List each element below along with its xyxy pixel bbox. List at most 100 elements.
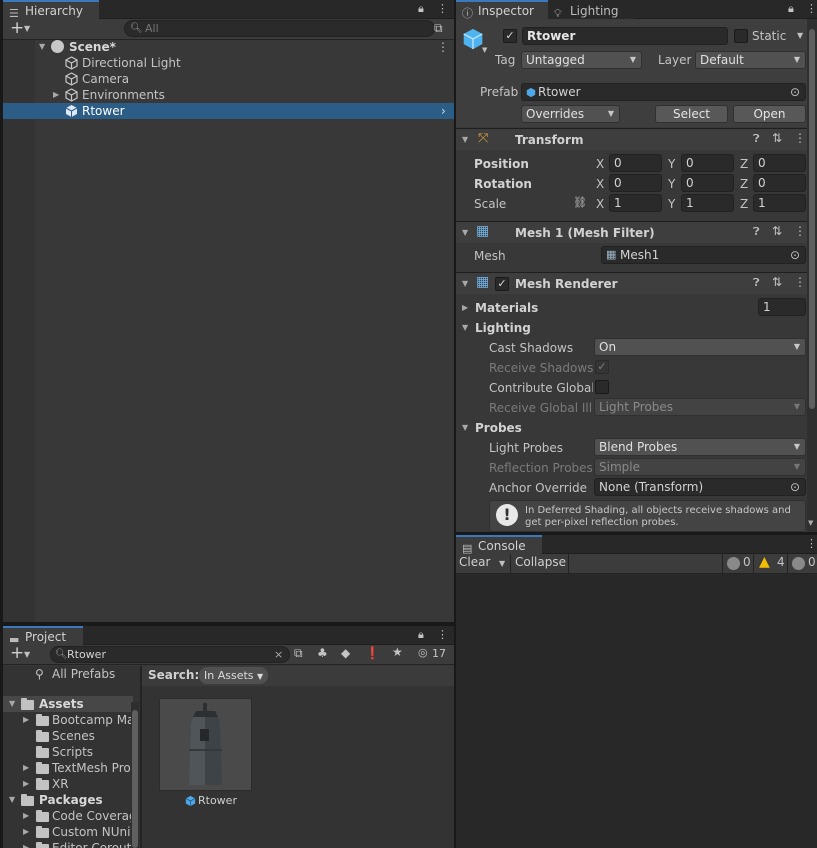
help-icon[interactable]: ❓︎ bbox=[753, 132, 760, 146]
tag-dropdown[interactable]: Untagged ▼ bbox=[521, 51, 642, 69]
tree-item[interactable]: Scenes bbox=[3, 728, 133, 744]
expand-triangle-icon[interactable]: ▶ bbox=[23, 776, 29, 792]
hierarchy-item[interactable]: Directional Light bbox=[3, 55, 454, 71]
open-button[interactable]: Open bbox=[733, 105, 806, 123]
add-button[interactable]: + bbox=[10, 18, 24, 38]
search-scope-button[interactable]: In Assets ▼ bbox=[199, 667, 268, 684]
log-filter-icon[interactable]: ❗ bbox=[365, 646, 380, 660]
enabled-checkbox[interactable]: ✓ bbox=[495, 277, 509, 291]
scene-row[interactable]: ▼ Scene* ⋮ bbox=[3, 39, 454, 55]
active-checkbox[interactable]: ✓ bbox=[503, 29, 517, 43]
expand-triangle-icon[interactable]: ▼ bbox=[462, 323, 468, 332]
clear-button[interactable]: Clear bbox=[459, 555, 490, 569]
filter-by-type-icon[interactable]: ♣ bbox=[317, 646, 328, 660]
expand-triangle-icon[interactable]: ▶ bbox=[23, 824, 29, 840]
expand-triangle-icon[interactable]: ▶ bbox=[53, 87, 59, 103]
position-x-field[interactable]: 0 bbox=[609, 154, 662, 172]
project-search-input[interactable]: 🔍︎ Rtower × bbox=[50, 646, 290, 663]
expand-triangle-icon[interactable]: ▼ bbox=[462, 423, 468, 432]
log-toggle[interactable]: 0 bbox=[722, 554, 752, 574]
lock-icon[interactable]: 🔒︎ bbox=[788, 2, 794, 16]
transform-header[interactable]: ▼ ⤧ Transform ❓︎ ⇅ ⋮ bbox=[456, 128, 807, 150]
rotation-y-field[interactable]: 0 bbox=[681, 174, 734, 192]
materials-count-field[interactable]: 1 bbox=[758, 298, 806, 316]
position-z-field[interactable]: 0 bbox=[753, 154, 806, 172]
hierarchy-search-input[interactable]: 🔍︎ All bbox=[124, 20, 435, 37]
tab-console[interactable]: ▤ Console bbox=[456, 535, 542, 555]
add-button[interactable]: + bbox=[10, 643, 24, 663]
presets-icon[interactable]: ⇅ bbox=[772, 275, 782, 289]
collapse-button[interactable]: Collapse bbox=[515, 555, 566, 569]
chevron-down-icon[interactable]: ▼ bbox=[24, 650, 30, 659]
link-icon[interactable]: ⛓ bbox=[573, 196, 587, 209]
expand-triangle-icon[interactable]: ▶ bbox=[462, 303, 468, 312]
rotation-z-field[interactable]: 0 bbox=[753, 174, 806, 192]
chevron-down-icon[interactable]: ▼ bbox=[24, 24, 30, 33]
anchor-override-field[interactable]: None (Transform) ⊙ bbox=[594, 478, 806, 496]
tab-hierarchy[interactable]: ☰ Hierarchy bbox=[3, 0, 99, 20]
kebab-icon[interactable]: ⋮ bbox=[806, 2, 817, 16]
kebab-icon[interactable]: ⋮ bbox=[806, 537, 817, 551]
hidden-packages-icon[interactable]: ◎ bbox=[418, 646, 428, 659]
mesh-renderer-header[interactable]: ▼ ▦ ✓ Mesh Renderer ❓︎ ⇅ ⋮ bbox=[456, 272, 807, 294]
tab-inspector[interactable]: ⓘ Inspector bbox=[456, 0, 548, 20]
contribute-gi-checkbox[interactable] bbox=[595, 380, 609, 394]
mesh-field[interactable]: ▦ Mesh1 ⊙ bbox=[601, 246, 806, 264]
kebab-icon[interactable]: ⋮ bbox=[437, 39, 449, 55]
kebab-icon[interactable]: ⋮ bbox=[794, 131, 806, 145]
chevron-down-icon[interactable]: ▼ bbox=[797, 31, 803, 40]
hierarchy-item-selected[interactable]: Rtower › bbox=[3, 103, 454, 119]
chevron-right-icon[interactable]: › bbox=[441, 103, 446, 119]
hierarchy-item[interactable]: Camera bbox=[3, 71, 454, 87]
clear-search-icon[interactable]: × bbox=[274, 647, 283, 662]
expand-triangle-icon[interactable]: ▼ bbox=[462, 279, 468, 288]
kebab-icon[interactable]: ⋮ bbox=[794, 224, 806, 238]
expand-triangle-icon[interactable]: ▶ bbox=[23, 808, 29, 824]
scale-z-field[interactable]: 1 bbox=[753, 194, 806, 212]
presets-icon[interactable]: ⇅ bbox=[772, 224, 782, 238]
scene-visibility-icon[interactable]: ⧉ bbox=[434, 21, 443, 36]
object-picker-icon[interactable]: ⊙ bbox=[790, 84, 800, 100]
kebab-icon[interactable]: ⋮ bbox=[437, 2, 448, 16]
inspector-scrollbar[interactable]: ▼ bbox=[807, 19, 817, 532]
tree-scrollbar[interactable] bbox=[131, 702, 139, 848]
position-y-field[interactable]: 0 bbox=[681, 154, 734, 172]
expand-triangle-icon[interactable]: ▼ bbox=[462, 135, 468, 144]
chevron-down-icon[interactable]: ▼ bbox=[482, 46, 487, 54]
scroll-down-icon[interactable]: ▼ bbox=[808, 519, 813, 527]
presets-icon[interactable]: ⇅ bbox=[772, 131, 782, 145]
object-picker-icon[interactable]: ⊙ bbox=[790, 247, 800, 263]
kebab-icon[interactable]: ⋮ bbox=[437, 628, 448, 642]
layer-dropdown[interactable]: Default ▼ bbox=[695, 51, 806, 69]
prefab-field[interactable]: Rtower ⊙ bbox=[521, 83, 806, 101]
tree-item[interactable]: ▶ XR bbox=[3, 776, 133, 792]
expand-triangle-icon[interactable]: ▼ bbox=[39, 39, 45, 55]
expand-triangle-icon[interactable]: ▶ bbox=[23, 760, 29, 776]
help-icon[interactable]: ❓︎ bbox=[753, 225, 760, 239]
expand-triangle-icon[interactable]: ▶ bbox=[23, 712, 29, 728]
scrollbar-thumb[interactable] bbox=[132, 710, 138, 848]
tree-item[interactable]: ▶ Custom NUnit bbox=[3, 824, 133, 840]
object-picker-icon[interactable]: ⊙ bbox=[790, 479, 800, 495]
scale-y-field[interactable]: 1 bbox=[681, 194, 734, 212]
tree-item[interactable]: ▶ Code Coverag bbox=[3, 808, 133, 824]
help-icon[interactable]: ❓︎ bbox=[753, 276, 760, 290]
filter-by-label-icon[interactable]: ◆ bbox=[341, 646, 350, 660]
object-name-field[interactable]: Rtower bbox=[522, 27, 728, 45]
overrides-dropdown[interactable]: Overrides ▼ bbox=[521, 105, 620, 123]
error-toggle[interactable]: 0 bbox=[787, 554, 817, 574]
asset-tile[interactable]: Rtower bbox=[159, 698, 252, 811]
select-button[interactable]: Select bbox=[655, 105, 728, 123]
search-by-type-icon[interactable]: ⧉ bbox=[294, 646, 303, 661]
static-checkbox[interactable] bbox=[734, 29, 748, 43]
mesh-filter-header[interactable]: ▼ ▦ Mesh 1 (Mesh Filter) ❓︎ ⇅ ⋮ bbox=[456, 221, 807, 243]
expand-triangle-icon[interactable]: ▼ bbox=[9, 696, 15, 712]
lock-icon[interactable]: 🔒︎ bbox=[418, 2, 424, 16]
tree-item-assets[interactable]: ▼ Assets bbox=[3, 696, 133, 712]
kebab-icon[interactable]: ⋮ bbox=[794, 275, 806, 289]
hierarchy-item[interactable]: ▶ Environments bbox=[3, 87, 454, 103]
scrollbar-thumb[interactable] bbox=[809, 29, 815, 409]
expand-triangle-icon[interactable]: ▼ bbox=[9, 792, 15, 808]
rotation-x-field[interactable]: 0 bbox=[609, 174, 662, 192]
favorite-icon[interactable]: ★ bbox=[392, 645, 403, 659]
